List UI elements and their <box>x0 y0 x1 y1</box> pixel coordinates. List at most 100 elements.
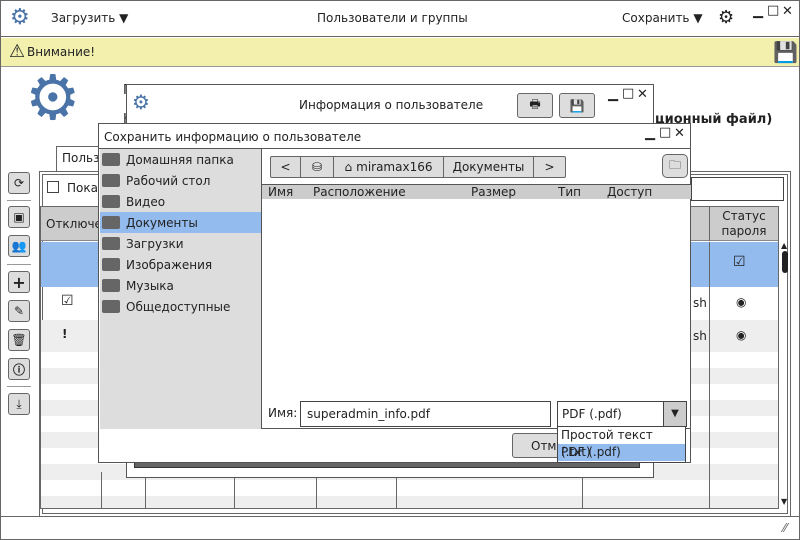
warning-bar: ⚠ Внимание! 💾 <box>1 38 799 67</box>
save-menu[interactable]: Сохранить ▼ <box>622 11 703 25</box>
col-disabled: Отключе <box>46 217 102 231</box>
show-checkbox[interactable] <box>47 181 59 193</box>
folder-icon <box>102 279 120 292</box>
column-header[interactable]: Имя <box>268 185 293 199</box>
user-card-button[interactable]: ▣ <box>8 206 30 228</box>
delete-button[interactable]: 🗑 <box>8 329 30 351</box>
file-name-input[interactable]: superadmin_info.pdf <box>300 401 551 427</box>
alert-icon: ! <box>62 327 68 341</box>
minimize-icon[interactable]: ▁ <box>753 4 763 19</box>
file-type-value: PDF (.pdf) <box>562 407 622 421</box>
folder-icon <box>102 174 120 187</box>
home-icon: ⌂ <box>344 160 353 174</box>
resize-grip-icon[interactable]: ⁄⁄ <box>783 521 787 535</box>
minimize-icon[interactable]: ▁ <box>608 87 618 102</box>
edit-button[interactable]: ✎ <box>8 300 30 322</box>
place-label: Общедоступные <box>126 299 231 314</box>
maximize-icon[interactable]: □ <box>659 125 671 140</box>
column-header[interactable]: Размер <box>471 185 516 199</box>
place-item[interactable]: Загрузки <box>100 233 261 254</box>
home-button[interactable]: ⌂ miramax166 <box>333 156 444 178</box>
place-label: Домашняя папка <box>126 152 234 167</box>
load-menu[interactable]: Загрузить ▼ <box>51 11 128 25</box>
big-gears-icon: ⚙ <box>25 61 81 134</box>
refresh-button[interactable]: ⟳ <box>8 172 30 194</box>
folder-icon <box>102 237 120 250</box>
dialog-title: Сохранить информацию о пользователе <box>104 130 362 144</box>
forward-label: > <box>544 160 555 174</box>
maximize-icon[interactable]: □ <box>622 86 634 101</box>
window-title: Пользователи и группы <box>317 11 468 25</box>
place-item[interactable]: Документы <box>100 212 261 233</box>
close-icon[interactable]: ✕ <box>674 126 685 141</box>
download-button[interactable]: ⤓ <box>8 393 30 415</box>
new-folder-button[interactable]: 🗀 <box>662 154 688 178</box>
places-sidebar: Домашняя папка Рабочий стол Видео Документы… <box>100 149 261 429</box>
close-icon[interactable]: ✕ <box>782 4 793 19</box>
dialog-title: Информация о пользователе <box>299 98 484 112</box>
maximize-icon[interactable]: □ <box>767 3 779 18</box>
file-type-option[interactable]: PDF (.pdf) <box>558 444 685 461</box>
place-label: Изображения <box>126 257 213 272</box>
path-documents-button[interactable]: Документы <box>443 156 534 178</box>
table-scrollbar[interactable]: ▲ ▼ <box>780 241 791 509</box>
minimize-icon[interactable]: ▁ <box>645 126 655 141</box>
folder-icon <box>102 153 120 166</box>
column-header[interactable]: Расположение <box>313 185 406 199</box>
info-button[interactable]: ⓘ <box>8 358 30 380</box>
folder-icon <box>102 258 120 271</box>
home-label: miramax166 <box>356 160 433 174</box>
place-item[interactable]: Домашняя папка <box>100 149 261 170</box>
drive-button[interactable]: ⛁ <box>300 156 334 178</box>
place-label: Загрузки <box>126 236 184 251</box>
printer-icon: 🖶 <box>529 97 541 111</box>
place-item[interactable]: Музыка <box>100 275 261 296</box>
file-list-header: Имя Расположение Размер Тип Доступ <box>262 184 691 199</box>
place-item[interactable]: Рабочий стол <box>100 170 261 191</box>
name-label: Имя: <box>268 406 298 420</box>
path-label: Документы <box>452 160 525 174</box>
radio-icon: ◉ <box>736 328 747 342</box>
save-button[interactable]: 💾 <box>559 93 595 118</box>
gears-icon: ⚙ <box>132 90 150 114</box>
print-button[interactable]: 🖶 <box>517 93 553 118</box>
close-icon[interactable]: ✕ <box>637 87 648 102</box>
column-header[interactable]: Тип <box>558 185 581 199</box>
save-user-icon[interactable]: 💾 <box>773 40 798 64</box>
cell: sh <box>693 329 707 343</box>
file-name-value: superadmin_info.pdf <box>307 407 430 421</box>
file-list[interactable] <box>262 199 691 399</box>
search-input[interactable] <box>691 177 784 201</box>
place-label: Документы <box>126 215 198 230</box>
title-bar: ⚙ Загрузить ▼ Пользователи и группы Сохр… <box>1 1 799 37</box>
info-icon: ⓘ <box>12 362 25 377</box>
place-item[interactable]: Общедоступные <box>100 296 261 317</box>
back-label: < <box>280 160 291 174</box>
groups-button[interactable]: 👥 <box>8 235 30 257</box>
drive-icon: ⛁ <box>311 160 323 174</box>
tab-label: Польз <box>62 151 100 165</box>
file-type-select[interactable]: PDF (.pdf) ▼ <box>557 401 687 427</box>
folder-icon <box>102 216 120 229</box>
dialog-title-bar: Сохранить информацию о пользователе ▁ □ … <box>99 124 690 149</box>
place-item[interactable]: Видео <box>100 191 261 212</box>
check-icon: ☑ <box>61 293 74 309</box>
column-header[interactable]: Доступ <box>607 185 652 199</box>
file-type-option[interactable]: Простой текст (.txt) <box>558 427 685 459</box>
download-icon: ⤓ <box>16 396 22 411</box>
file-pane: < ⛁ ⌂ miramax166 Документы > 🗀 Имя Располо… <box>261 149 691 429</box>
warning-icon: ⚠ <box>9 41 26 62</box>
add-button[interactable]: + <box>8 271 30 293</box>
scroll-thumb[interactable] <box>782 251 788 273</box>
gear-icon[interactable]: ⚙ <box>718 7 734 28</box>
back-button[interactable]: < <box>270 156 301 178</box>
checkbox-checked-icon: ☑ <box>733 254 746 270</box>
place-label: Рабочий стол <box>126 173 211 188</box>
folder-icon <box>102 195 120 208</box>
forward-button[interactable]: > <box>533 156 566 178</box>
radio-icon: ◉ <box>736 295 747 309</box>
floppy-icon: 💾 <box>569 98 585 113</box>
warning-text: Внимание! <box>27 45 96 59</box>
place-item[interactable]: Изображения <box>100 254 261 275</box>
chevron-down-icon[interactable]: ▼ <box>663 402 686 426</box>
